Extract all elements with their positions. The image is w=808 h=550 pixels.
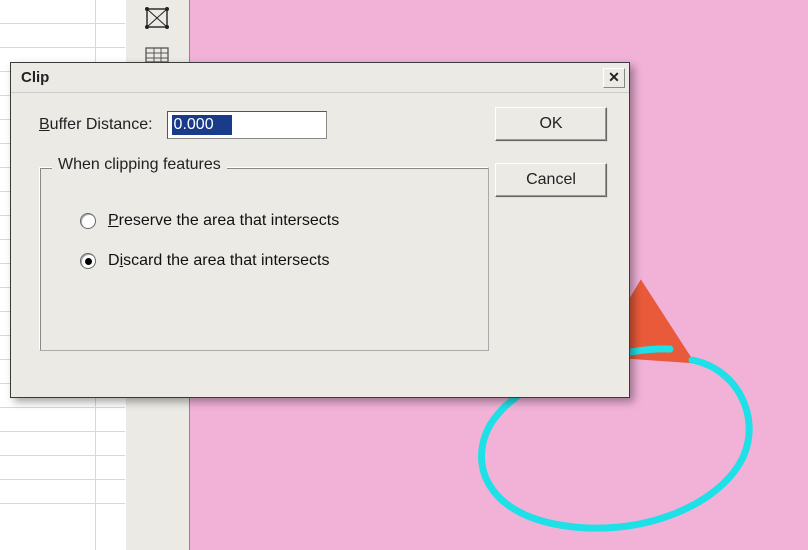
radio-preserve[interactable] — [80, 213, 96, 229]
radio-preserve-label: Preserve the area that intersects — [108, 212, 339, 230]
radio-discard-label: Discard the area that intersects — [108, 252, 329, 270]
clip-dialog: Clip ✕ Buffer Distance: When clipping fe… — [10, 62, 630, 398]
radio-preserve-row[interactable]: Preserve the area that intersects — [80, 212, 470, 230]
close-button[interactable]: ✕ — [603, 68, 625, 88]
buffer-distance-field-wrap[interactable] — [167, 111, 327, 139]
close-icon: ✕ — [608, 69, 620, 86]
titlebar[interactable]: Clip ✕ — [11, 63, 629, 93]
buffer-distance-label: Buffer Distance: — [39, 116, 153, 134]
radio-discard[interactable] — [80, 253, 96, 269]
cancel-button[interactable]: Cancel — [495, 163, 607, 197]
dialog-title: Clip — [21, 69, 49, 86]
groupbox-legend: When clipping features — [52, 156, 227, 174]
clipping-options-group: When clipping features Preserve the area… — [39, 167, 489, 351]
tool-icon-1[interactable] — [140, 4, 176, 34]
buffer-distance-input[interactable] — [172, 115, 232, 135]
radio-discard-row[interactable]: Discard the area that intersects — [80, 252, 470, 270]
ok-button[interactable]: OK — [495, 107, 607, 141]
